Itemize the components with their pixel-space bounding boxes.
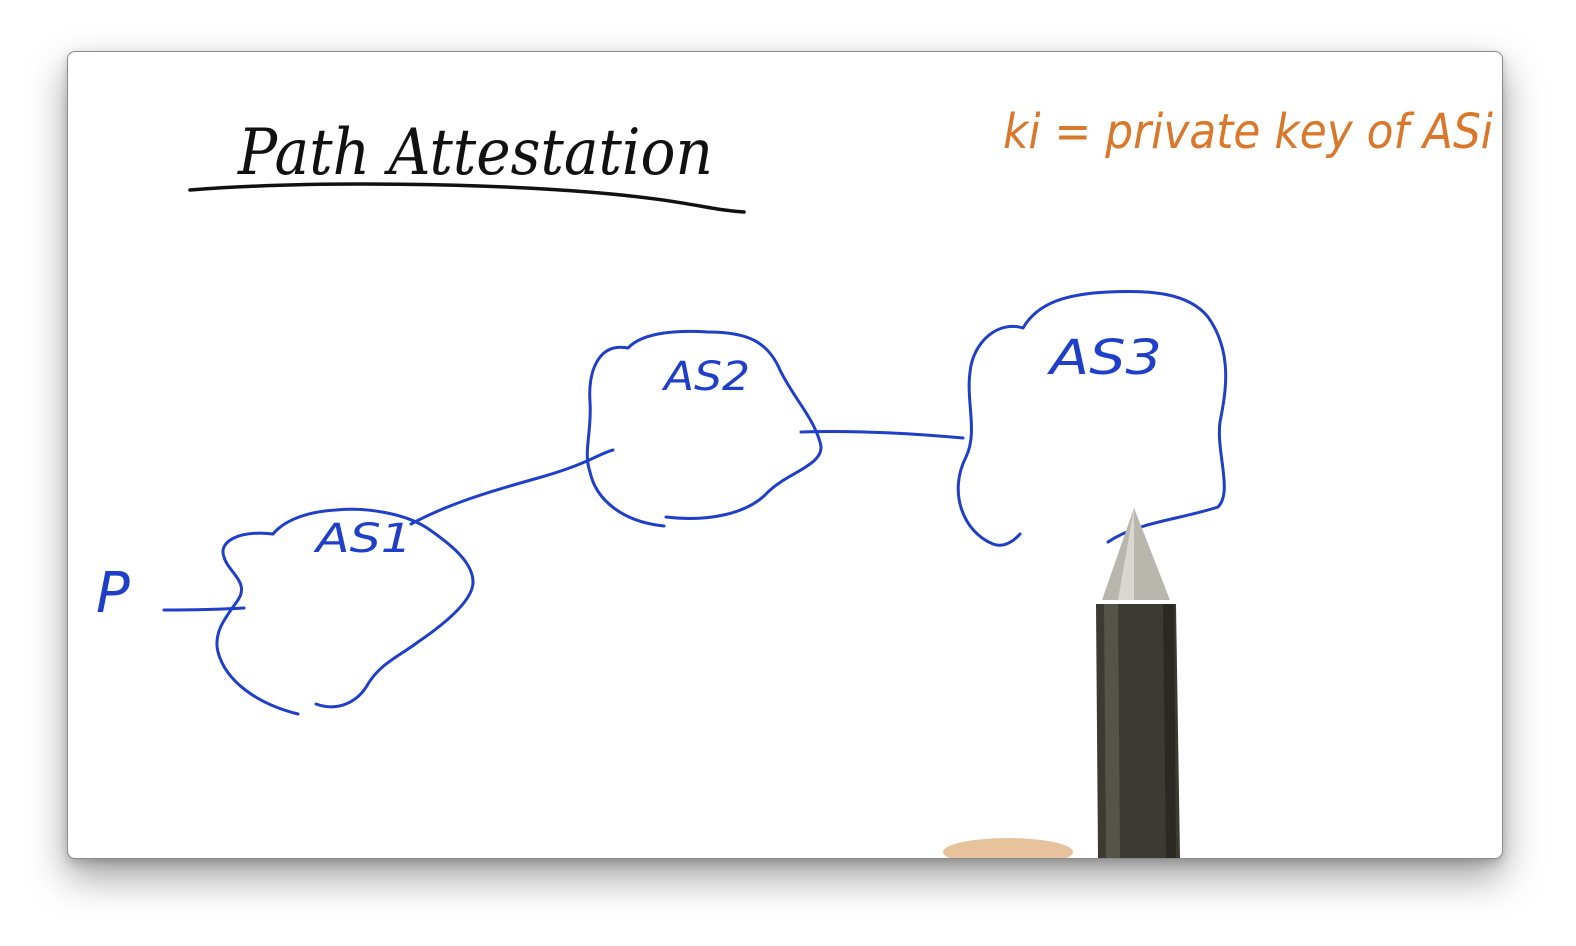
link-as2-as3 [799,429,965,440]
node-as3: AS3 [956,289,1228,547]
node-label: AS3 [1046,330,1162,386]
key-note: ki = private key of ASi [1003,104,1494,160]
node-as2: AS2 [585,329,823,528]
page-title: Path Attestation [237,116,713,190]
prefix-label: P [96,561,130,626]
node-label: AS1 [312,516,412,562]
link-as1-as2 [409,448,615,526]
video-frame: Path Attestation ki = private key of ASi… [67,51,1503,859]
node-label: AS2 [661,354,750,400]
whiteboard: Path Attestation ki = private key of ASi… [96,104,1494,858]
node-as1: AS1 [215,507,475,716]
pen-icon [943,508,1180,858]
